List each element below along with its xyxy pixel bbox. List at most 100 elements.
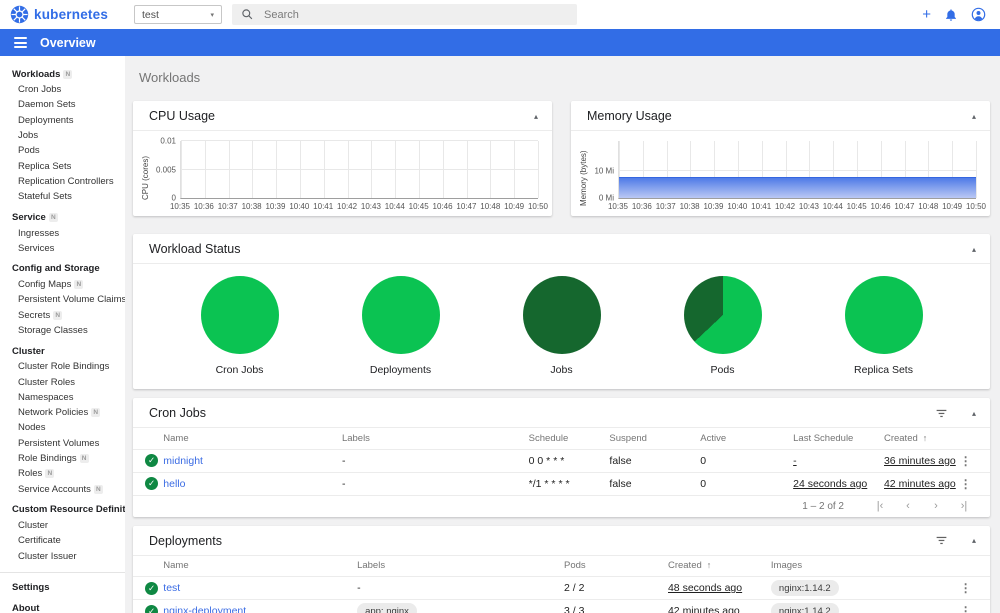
- sidebar-item-about[interactable]: About: [0, 598, 125, 613]
- search-input[interactable]: [264, 8, 568, 21]
- table-row: ✓ nginx-deployment app: nginx 3 / 3 42 minut…: [133, 599, 990, 613]
- sidebar-item-ingresses[interactable]: Ingresses: [0, 225, 125, 240]
- sidebar-item-label: Persistent Volumes: [18, 437, 100, 449]
- collapse-icon[interactable]: ▴: [972, 245, 976, 254]
- sidebar-item-role-bindings[interactable]: Role Bindings N: [0, 451, 125, 466]
- search-bar[interactable]: [232, 4, 577, 25]
- sidebar-item-stateful-sets[interactable]: Stateful Sets: [0, 189, 125, 204]
- sidebar-item-namespaces[interactable]: Namespaces: [0, 390, 125, 405]
- gridline: [252, 141, 254, 198]
- column-header-labels[interactable]: Labels: [341, 428, 529, 450]
- sidebar-item-label: Cluster Role Bindings: [18, 361, 110, 373]
- workload-status-jobs: Jobs: [497, 276, 627, 376]
- filter-icon[interactable]: [935, 534, 948, 547]
- sidebar-item-secrets[interactable]: Secrets N: [0, 308, 125, 323]
- x-tick-label: 10:48: [480, 202, 501, 211]
- column-header-last-schedule[interactable]: Last Schedule: [793, 428, 884, 450]
- name-link[interactable]: nginx-deployment: [163, 605, 246, 613]
- sidebar-section-cluster[interactable]: Cluster: [0, 343, 125, 359]
- sidebar-section-workloads[interactable]: Workloads N: [0, 66, 125, 82]
- row-menu-button[interactable]: ⋮: [960, 604, 972, 613]
- sidebar-item-services[interactable]: Services: [0, 241, 125, 256]
- sidebar-item-cluster[interactable]: Cluster: [0, 518, 125, 533]
- last_schedule-value: 24 seconds ago: [793, 477, 868, 490]
- last_schedule-value: -: [793, 454, 797, 467]
- sidebar-item-settings[interactable]: Settings: [0, 577, 125, 598]
- sidebar-item-label: Nodes: [18, 422, 46, 434]
- namespace-selected-value: test: [142, 8, 159, 21]
- labels-cell: -: [341, 449, 529, 473]
- x-tick-label: 10:48: [918, 202, 939, 211]
- sidebar-item-network-policies[interactable]: Network Policies N: [0, 405, 125, 420]
- next-page-button[interactable]: ›: [922, 500, 950, 512]
- created-cell: 36 minutes ago: [883, 449, 960, 473]
- sidebar-item-pods[interactable]: Pods: [0, 143, 125, 158]
- sidebar-item-deployments[interactable]: Deployments: [0, 113, 125, 128]
- collapse-icon[interactable]: ▴: [972, 409, 976, 418]
- created-value: 42 minutes ago: [667, 605, 740, 613]
- labels-chip: app: nginx: [357, 603, 417, 613]
- column-header-schedule[interactable]: Schedule: [528, 428, 610, 450]
- first-page-button[interactable]: |‹: [866, 500, 894, 512]
- x-tick-label: 10:40: [727, 202, 748, 211]
- column-header-name[interactable]: Name: [163, 555, 358, 577]
- sidebar-section-config-and-storage[interactable]: Config and Storage: [0, 261, 125, 277]
- row-menu-button[interactable]: ⋮: [960, 477, 972, 491]
- sidebar-item-cluster-issuer[interactable]: Cluster Issuer: [0, 548, 125, 563]
- chevron-down-icon: ▾: [210, 11, 214, 19]
- namespace-selector[interactable]: test ▾: [134, 5, 222, 24]
- last_schedule-cell: -: [793, 449, 884, 473]
- row-menu-button[interactable]: ⋮: [960, 581, 972, 595]
- collapse-icon[interactable]: ▴: [972, 536, 976, 545]
- add-resource-button[interactable]: +: [922, 7, 931, 22]
- column-header-pods[interactable]: Pods: [564, 555, 668, 577]
- column-header-empty: [133, 428, 164, 450]
- created-cell: 42 minutes ago: [667, 599, 771, 613]
- x-tick-label: 10:35: [169, 202, 191, 211]
- sidebar-item-cluster-role-bindings[interactable]: Cluster Role Bindings: [0, 359, 125, 374]
- account-button[interactable]: [971, 7, 986, 22]
- previous-page-button[interactable]: ‹: [894, 500, 922, 512]
- sidebar-item-label: Cluster Issuer: [18, 550, 77, 562]
- name-link[interactable]: test: [163, 582, 180, 594]
- sidebar-item-daemon-sets[interactable]: Daemon Sets: [0, 97, 125, 112]
- sidebar-section-service[interactable]: Service N: [0, 209, 125, 225]
- workload-status-pods: Pods: [658, 276, 788, 376]
- column-header-active[interactable]: Active: [700, 428, 794, 450]
- sidebar-item-persistent-volumes[interactable]: Persistent Volumes: [0, 436, 125, 451]
- x-tick-label: 10:46: [870, 202, 891, 211]
- workload-status-deployments: Deployments: [336, 276, 466, 376]
- collapse-icon[interactable]: ▴: [534, 112, 538, 121]
- column-header-name[interactable]: Name: [163, 428, 342, 450]
- sidebar-item-roles[interactable]: Roles N: [0, 466, 125, 481]
- menu-button[interactable]: [14, 37, 27, 48]
- sidebar-section-custom-resource-definitions[interactable]: Custom Resource Definitions: [0, 502, 125, 518]
- name-link[interactable]: midnight: [163, 455, 203, 467]
- sidebar-item-cluster-roles[interactable]: Cluster Roles: [0, 374, 125, 389]
- filter-icon[interactable]: [935, 407, 948, 420]
- column-header-created[interactable]: Created ↑: [883, 428, 960, 450]
- sort-ascending-icon: ↑: [922, 432, 928, 443]
- notifications-button[interactable]: [944, 8, 958, 22]
- column-header-created[interactable]: Created ↑: [667, 555, 771, 577]
- name-link[interactable]: hello: [163, 478, 185, 490]
- x-tick-label: 10:50: [527, 202, 549, 211]
- sidebar-item-cron-jobs[interactable]: Cron Jobs: [0, 82, 125, 97]
- gridline: [466, 141, 468, 198]
- row-menu-button[interactable]: ⋮: [960, 454, 972, 468]
- sidebar-item-jobs[interactable]: Jobs: [0, 128, 125, 143]
- sidebar-item-label: Role Bindings: [18, 453, 77, 465]
- sidebar-item-persistent-volume-claims[interactable]: Persistent Volume ClaimsN: [0, 292, 125, 307]
- column-header-images[interactable]: Images: [770, 555, 960, 577]
- sidebar-item-storage-classes[interactable]: Storage Classes: [0, 323, 125, 338]
- sidebar-item-config-maps[interactable]: Config Maps N: [0, 277, 125, 292]
- collapse-icon[interactable]: ▴: [972, 112, 976, 121]
- sidebar-item-replication-controllers[interactable]: Replication Controllers: [0, 174, 125, 189]
- sidebar-item-service-accounts[interactable]: Service Accounts N: [0, 482, 125, 497]
- last-page-button[interactable]: ›|: [950, 500, 978, 512]
- column-header-labels[interactable]: Labels: [357, 555, 564, 577]
- sidebar-item-nodes[interactable]: Nodes: [0, 420, 125, 435]
- sidebar-item-replica-sets[interactable]: Replica Sets: [0, 158, 125, 173]
- sidebar-item-certificate[interactable]: Certificate: [0, 533, 125, 548]
- column-header-suspend[interactable]: Suspend: [609, 428, 701, 450]
